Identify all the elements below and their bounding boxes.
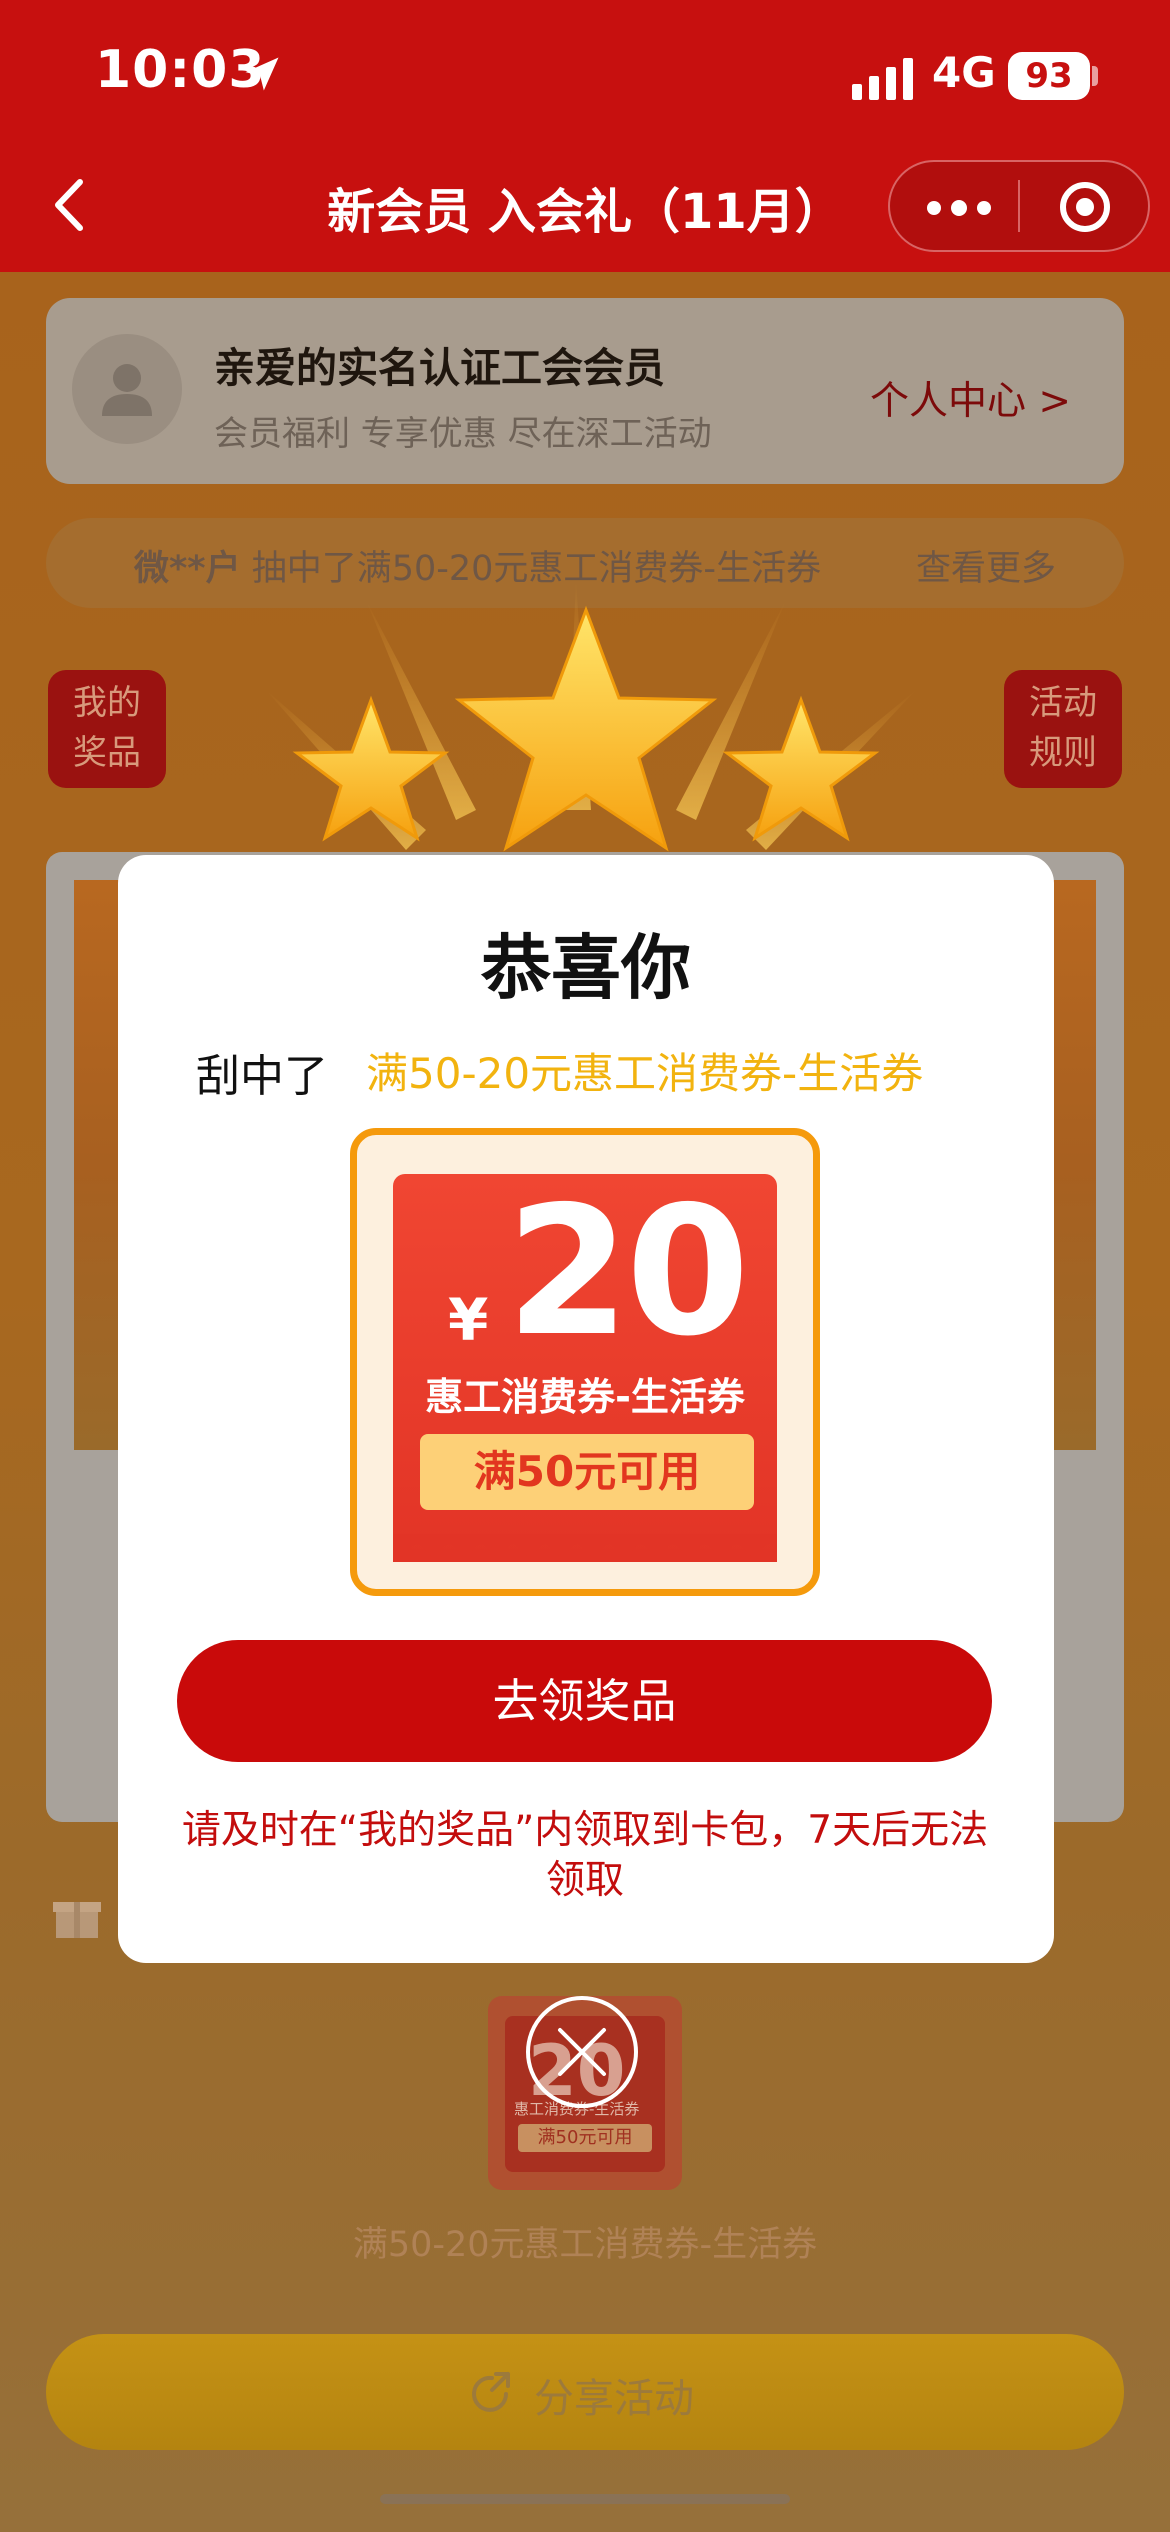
location-arrow-icon [245,57,279,91]
my-prizes-label-2: 奖品 [73,733,141,773]
prize-caption: 满50-20元惠工消费券-生活券 [352,2225,818,2265]
claim-notice: 请及时在“我的奖品”内领取到卡包，7天后无法领取 [181,1808,989,1903]
my-prizes-label-1: 我的 [73,683,141,723]
battery-level: 93 [1008,52,1090,100]
page-title: 新会员 入会礼（11月） [327,184,843,240]
claim-prize-button[interactable]: 去领奖品 [177,1640,992,1762]
won-label: 刮中了 [196,1051,328,1102]
coupon-amount: 20 [506,1168,750,1375]
close-mini-program-icon[interactable] [1058,180,1112,234]
user-icon [102,364,152,416]
ticker-user: 微**户 [134,549,241,589]
coupon-wave-edge [393,1534,777,1556]
member-title: 亲爱的实名认证工会会员 [214,344,665,392]
won-prize-name: 满50-20元惠工消费券-生活券 [366,1049,924,1098]
more-icon[interactable] [924,200,994,216]
close-modal-icon[interactable] [524,1994,640,2110]
personal-center-link[interactable]: 个人中心 > [870,370,1071,426]
home-indicator [380,2494,790,2504]
coupon-currency: ¥ [448,1286,489,1354]
signal-icon [852,58,913,100]
share-icon [472,2372,510,2412]
coupon-condition: 满50元可用 [420,1434,754,1510]
activity-rules-button[interactable]: 活动 规则 [1004,670,1122,788]
capsule-divider [1018,180,1020,232]
member-subtitle: 会员福利 专享优惠 尽在深工活动 [214,414,712,454]
thumbnail-condition: 满50元可用 [518,2124,652,2152]
rules-label-1: 活动 [1029,683,1097,723]
gift-icon [53,1902,101,1938]
network-type: 4G [932,48,996,97]
battery-tip [1092,66,1098,86]
rules-label-2: 规则 [1029,733,1097,773]
modal-title: 恭喜你 [481,927,691,1009]
stars-decoration [266,580,916,852]
coupon-name: 惠工消费券-生活券 [425,1375,745,1419]
back-button[interactable] [40,170,100,240]
my-prizes-button[interactable]: 我的 奖品 [48,670,166,788]
share-label: 分享活动 [534,2376,694,2422]
